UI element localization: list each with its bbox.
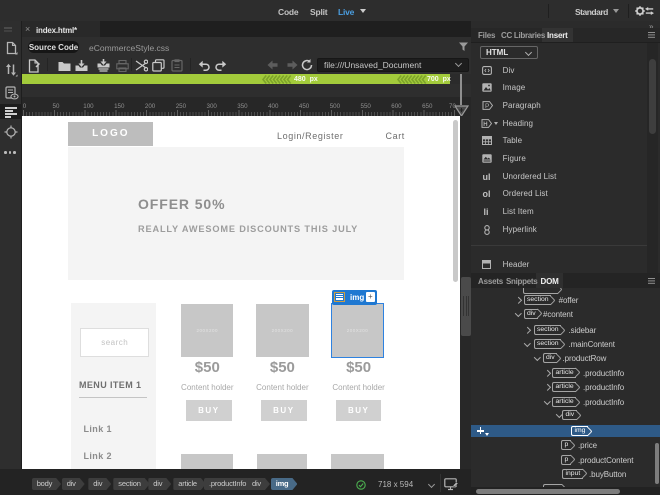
svg-text:H: H [483, 122, 487, 128]
svg-text:P: P [485, 103, 489, 110]
